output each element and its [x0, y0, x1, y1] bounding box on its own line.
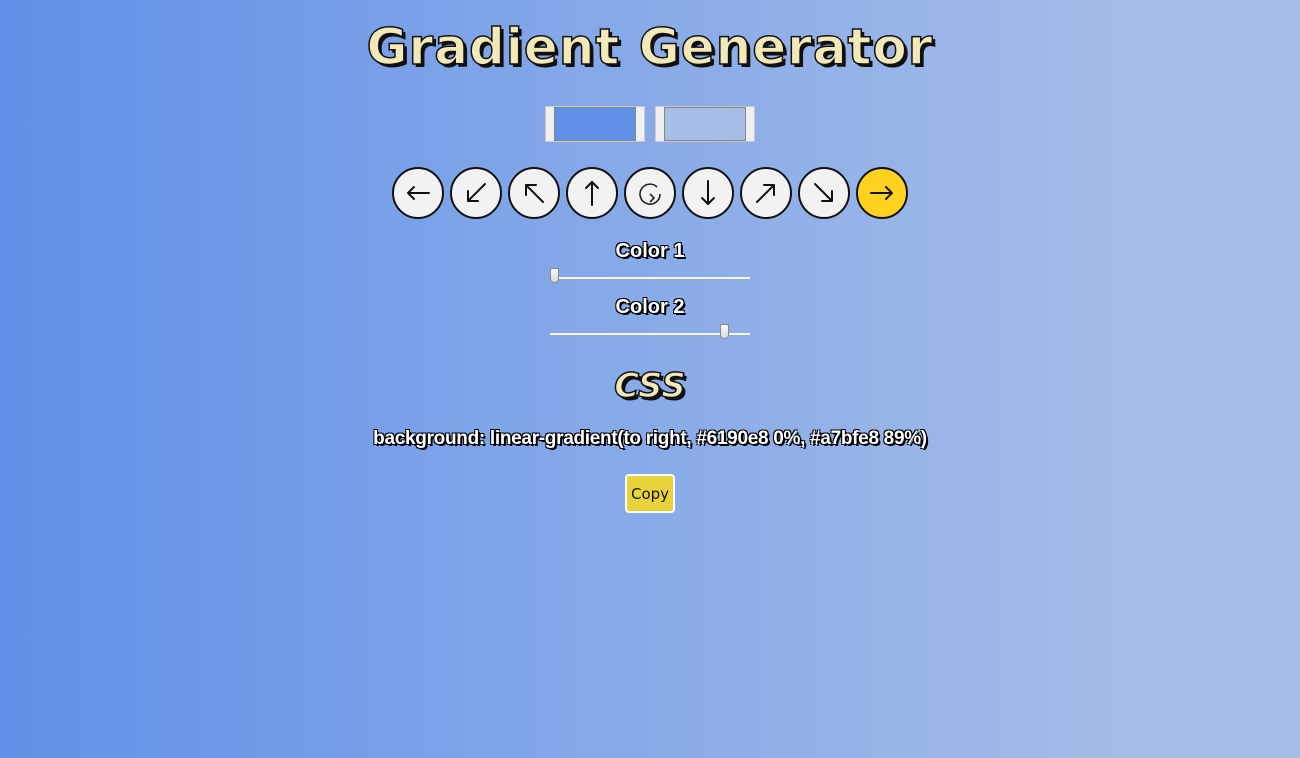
arrow-up-right-icon [756, 184, 775, 203]
page-title: Gradient Generator [366, 17, 934, 77]
direction-button-to-right[interactable] [856, 167, 908, 219]
copy-button[interactable]: Copy [625, 474, 675, 513]
direction-button-to-left[interactable] [392, 167, 444, 219]
arrow-down-icon [701, 180, 715, 205]
color1-slider-thumb[interactable] [550, 268, 559, 283]
color2-slider-thumb[interactable] [719, 324, 729, 339]
arrow-up-icon [585, 181, 599, 206]
color2-slider[interactable] [550, 324, 750, 339]
color1-slider[interactable] [550, 268, 750, 283]
direction-button-radial[interactable] [624, 167, 676, 219]
arrow-up-left-icon [525, 184, 544, 203]
color-pickers [0, 106, 1300, 142]
direction-buttons [0, 167, 1300, 219]
direction-button-to-top-right[interactable] [740, 167, 792, 219]
color1-picker[interactable] [545, 106, 645, 142]
direction-button-to-bottom-left[interactable] [450, 167, 502, 219]
arrow-down-left-icon [467, 183, 486, 202]
arrow-down-right-icon [814, 183, 833, 202]
color2-picker[interactable] [655, 106, 755, 142]
color1-slider-label: Color 1 [615, 240, 685, 262]
color2-slider-label: Color 2 [615, 296, 685, 318]
direction-button-to-bottom[interactable] [682, 167, 734, 219]
gradient-page: Gradient Generator Color 1 Color 2 CSS b… [0, 0, 1300, 758]
color2-swatch [664, 107, 746, 141]
direction-button-to-top[interactable] [566, 167, 618, 219]
css-heading: CSS [613, 365, 686, 407]
color1-swatch [554, 107, 636, 141]
direction-button-to-top-left[interactable] [508, 167, 560, 219]
direction-button-to-bottom-right[interactable] [798, 167, 850, 219]
radial-icon [639, 183, 661, 205]
css-output: background: linear-gradient(to right, #6… [373, 428, 927, 449]
arrow-left-icon [407, 186, 430, 200]
arrow-right-icon [870, 186, 893, 200]
